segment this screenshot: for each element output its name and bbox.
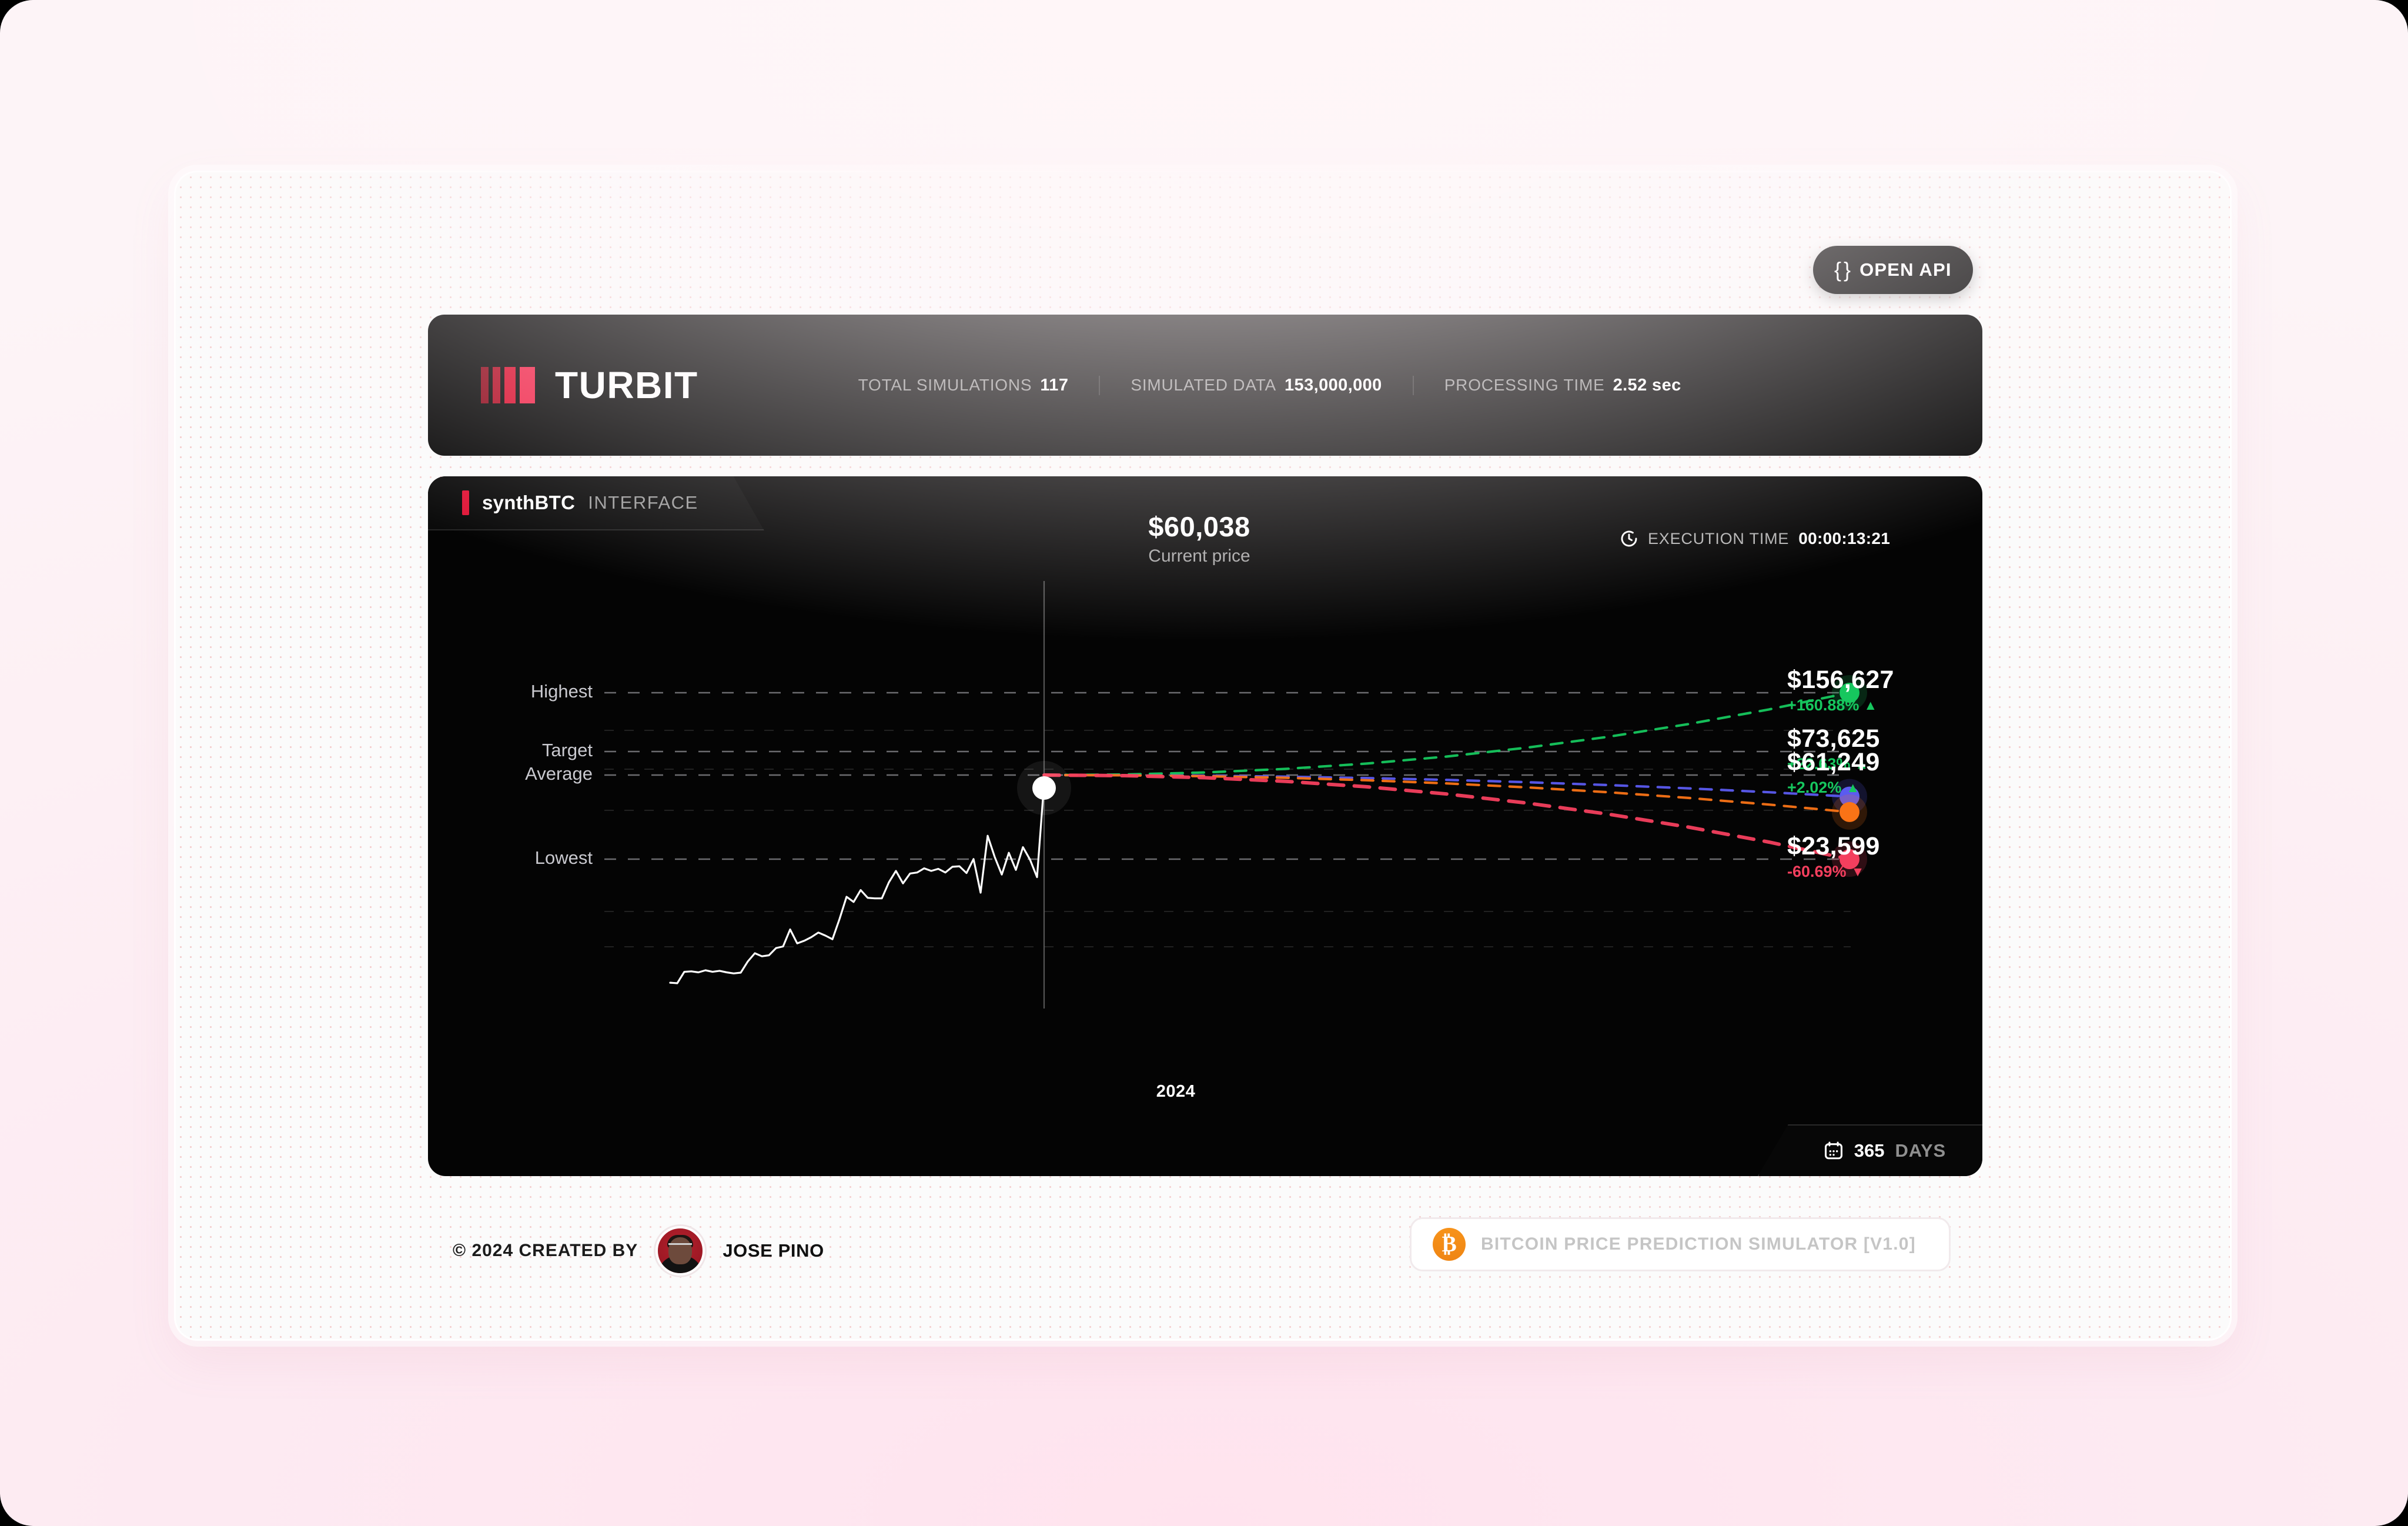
- tab-accent-bar-icon: [462, 490, 469, 515]
- stat-processing-time: PROCESSING TIME 2.52 sec: [1412, 375, 1712, 395]
- bitcoin-icon: ₿: [1433, 1228, 1466, 1261]
- prediction-change: -60.69% ▼: [1787, 863, 1880, 881]
- stat-label: PROCESSING TIME: [1444, 375, 1605, 394]
- prediction-average: $61,249 +2.02% ▲: [1787, 749, 1880, 797]
- tab-title: synthBTC: [482, 492, 576, 513]
- stat-value: 153,000,000: [1285, 375, 1382, 395]
- axis-label-lowest: Lowest: [534, 847, 593, 868]
- trend-up-icon: ▲: [1864, 697, 1878, 713]
- code-braces-icon: { }: [1834, 258, 1851, 282]
- range-unit: DAYS: [1895, 1140, 1946, 1161]
- x-axis-year-label: 2024: [1156, 1082, 1196, 1101]
- axis-label-highest: Highest: [530, 681, 593, 702]
- product-name: BITCOIN PRICE PREDICTION SIMULATOR [V1.0…: [1481, 1234, 1916, 1254]
- calendar-icon: [1824, 1141, 1842, 1160]
- product-badge: ₿ BITCOIN PRICE PREDICTION SIMULATOR [V1…: [1410, 1217, 1951, 1271]
- range-tab-365-days[interactable]: 365 DAYS: [1757, 1124, 1982, 1176]
- axis-label-average: Average: [525, 763, 593, 784]
- current-price-caption: Current price: [1148, 546, 1250, 566]
- current-price-block: $60,038 Current price: [1093, 510, 1305, 566]
- chart-panel: synthBTC INTERFACE 365 DAYS: [428, 476, 1982, 1176]
- prediction-value: $156,627: [1787, 666, 1894, 694]
- avatar: [655, 1226, 705, 1275]
- prediction-change: +160.88% ▲: [1787, 696, 1894, 714]
- stat-simulated-data: SIMULATED DATA 153,000,000: [1099, 375, 1412, 395]
- open-api-label: OPEN API: [1859, 259, 1952, 280]
- prediction-change-text: -60.69%: [1787, 863, 1847, 881]
- stat-label: TOTAL SIMULATIONS: [858, 375, 1032, 394]
- stat-value: 117: [1040, 375, 1069, 395]
- execution-time-value: 00:00:13:21: [1798, 529, 1891, 547]
- prediction-value: $61,249: [1787, 748, 1880, 776]
- copyright-text: © 2024 CREATED BY: [453, 1241, 638, 1260]
- open-api-button[interactable]: { } OPEN API: [1813, 246, 1973, 294]
- header-stats: TOTAL SIMULATIONS 117 SIMULATED DATA 153…: [828, 375, 1712, 395]
- trend-up-icon: ▲: [1846, 780, 1860, 796]
- logo-bars-icon: [481, 367, 535, 403]
- tab-synthbtc-interface[interactable]: synthBTC INTERFACE: [428, 476, 764, 530]
- prediction-change: +2.02% ▲: [1787, 779, 1880, 797]
- trend-down-icon: ▼: [1851, 864, 1865, 880]
- current-price-value: $60,038: [1148, 511, 1250, 542]
- app-header: TURBIT TOTAL SIMULATIONS 117 SIMULATED D…: [428, 315, 1982, 456]
- prediction-change-text: +2.02%: [1787, 779, 1842, 797]
- prediction-highest: $156,627 +160.88% ▲: [1787, 666, 1894, 714]
- prediction-lowest: $23,599 -60.69% ▼: [1787, 833, 1880, 881]
- footer-credit: © 2024 CREATED BY JOSE PINO: [453, 1226, 824, 1275]
- range-value: 365: [1854, 1140, 1885, 1161]
- page-background: { } OPEN API TURBIT TOTAL SIMULATIONS 11…: [0, 0, 2408, 1526]
- author-name: JOSE PINO: [723, 1240, 824, 1261]
- execution-time-label: EXECUTION TIME: [1648, 529, 1790, 547]
- brand-logo: TURBIT: [481, 363, 698, 407]
- prediction-change-text: +160.88%: [1787, 696, 1859, 714]
- execution-time-block: EXECUTION TIME 00:00:13:21: [1620, 529, 1890, 548]
- brand-name: TURBIT: [555, 364, 698, 406]
- clock-icon: [1621, 530, 1637, 547]
- stat-total-simulations: TOTAL SIMULATIONS 117: [828, 376, 1099, 395]
- tab-subtitle: INTERFACE: [588, 492, 698, 513]
- axis-label-target: Target: [541, 740, 593, 760]
- stat-label: SIMULATED DATA: [1131, 375, 1277, 394]
- price-chart: [604, 581, 1867, 1009]
- prediction-value: $23,599: [1787, 832, 1880, 860]
- stat-value: 2.52 sec: [1613, 375, 1681, 395]
